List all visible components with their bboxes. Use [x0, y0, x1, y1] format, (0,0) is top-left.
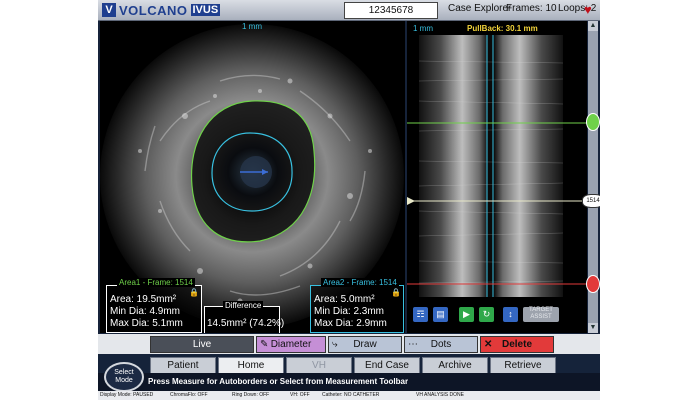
measure-button[interactable]: ↕ — [503, 307, 518, 322]
red-marker-handle[interactable] — [586, 275, 600, 293]
ivus-application: V VOLCANO IVUS 12345678 Case Explorer Fr… — [98, 0, 600, 400]
case-explorer-button[interactable]: Case Explorer — [448, 3, 511, 14]
difference-title: Difference — [223, 301, 264, 310]
pullback-label: PullBack: 30.1 mm — [467, 24, 538, 33]
area2-max-dia: Max Dia: 2.9mm — [314, 318, 387, 329]
target-assist-button[interactable]: TARGET ASSIST — [523, 307, 559, 322]
volcano-logo: V VOLCANO IVUS — [102, 2, 221, 18]
tab-retrieve[interactable]: Retrieve — [490, 357, 556, 374]
longitudinal-band — [419, 35, 563, 297]
save-icon: ▤ — [436, 309, 445, 319]
refresh-icon: ↻ — [482, 309, 491, 319]
area1-area: Area: 19.5mm² — [110, 294, 177, 305]
vh-status: VH: OFF — [290, 392, 310, 398]
dots-icon: ⋯ — [408, 339, 418, 350]
status-message: Press Measure for Autoborders or Select … — [148, 377, 409, 386]
draw-button[interactable]: ⤷ Draw — [328, 336, 402, 353]
book-icon: ☶ — [416, 309, 425, 319]
pullback-scrollbar[interactable]: ▲ ▼ 1514 — [582, 21, 600, 333]
diameter-button[interactable]: ✎ Diameter — [256, 336, 326, 353]
bookmark-button[interactable]: ☶ — [413, 307, 428, 322]
play-button[interactable]: ▶ — [459, 307, 474, 322]
tab-archive[interactable]: Archive — [422, 357, 488, 374]
tab-vh[interactable]: VH — [286, 357, 352, 374]
select-mode-label: Select Mode — [114, 369, 134, 384]
ruler-icon: ↕ — [508, 309, 513, 319]
select-mode-button[interactable]: Select Mode — [104, 362, 144, 392]
logo-text: VOLCANO — [119, 2, 188, 18]
area2-panel: Area2 - Frame: 1514 🔒 Area: 5.0mm² Min D… — [310, 278, 404, 333]
difference-panel: Difference 14.5mm² (74.2%) — [204, 301, 284, 333]
patient-id-field[interactable]: 12345678 — [344, 2, 438, 19]
ring-down-status: Ring Down: OFF — [232, 392, 270, 398]
ivus-cross-section-view[interactable]: 1 mm Area1 - Frame: 1514 🔒 Area: 19.5mm²… — [100, 21, 405, 333]
draw-icon: ⤷ — [332, 339, 338, 350]
catheter-status: Catheter: NO CATHETER — [322, 392, 380, 398]
heart-icon[interactable]: ♥ — [584, 2, 592, 17]
area1-max-dia: Max Dia: 5.1mm — [110, 318, 183, 329]
logo-badge: IVUS — [190, 4, 221, 16]
display-mode-status: Display Mode: PAUSED — [100, 392, 154, 398]
lview-scale-label: 1 mm — [413, 24, 433, 33]
vh-analysis-status: VH ANALYSIS DONE — [416, 392, 464, 398]
area1-panel: Area1 - Frame: 1514 🔒 Area: 19.5mm² Min … — [106, 278, 202, 333]
draw-label: Draw — [353, 339, 377, 350]
area2-min-dia: Min Dia: 2.3mm — [314, 306, 385, 317]
ivus-scale-label: 1 mm — [242, 22, 262, 31]
longitudinal-view[interactable]: 1 mm PullBack: 30.1 mm ☶ ▤ ▶ ↻ ↕ TARGET … — [407, 21, 587, 333]
tab-patient[interactable]: Patient — [150, 357, 216, 374]
play-icon: ▶ — [463, 309, 470, 319]
area2-area: Area: 5.0mm² — [314, 294, 375, 305]
eraser-icon: ✕ — [484, 339, 493, 350]
lock-icon[interactable]: 🔒 — [391, 288, 401, 297]
scroll-up-icon[interactable]: ▲ — [588, 21, 598, 31]
title-bar: V VOLCANO IVUS 12345678 Case Explorer Fr… — [98, 0, 600, 21]
measurement-toolbar: Live ✎ Diameter ⤷ Draw ⋯ Dots ✕ Delete — [98, 334, 600, 354]
dots-label: Dots — [430, 339, 452, 350]
delete-label: Delete — [501, 339, 532, 350]
difference-value: 14.5mm² (74.2%) — [207, 318, 285, 329]
chromaflo-status: ChromaFlo: OFF — [170, 392, 208, 398]
scroll-down-icon[interactable]: ▼ — [588, 323, 598, 333]
live-button[interactable]: Live — [150, 336, 254, 353]
frames-count: Frames: 10 — [506, 3, 557, 14]
diameter-label: Diameter — [270, 339, 312, 350]
navigation-bar: Patient Home VH End Case Archive Retriev… — [98, 355, 600, 374]
delete-button[interactable]: ✕ Delete — [480, 336, 554, 353]
loop-button[interactable]: ↻ — [479, 307, 494, 322]
lock-icon[interactable]: 🔒 — [189, 288, 199, 297]
longitudinal-image: 1 mm PullBack: 30.1 mm — [407, 21, 587, 333]
area1-min-dia: Min Dia: 4.9mm — [110, 306, 181, 317]
dots-button[interactable]: ⋯ Dots — [404, 336, 478, 353]
green-marker-handle[interactable] — [586, 113, 600, 131]
area2-title: Area2 - Frame: 1514 — [321, 278, 399, 287]
system-info-strip: Display Mode: PAUSED ChromaFlo: OFF Ring… — [98, 391, 600, 400]
volcano-logo-icon: V — [102, 3, 116, 17]
tab-home[interactable]: Home — [218, 357, 284, 374]
area1-title: Area1 - Frame: 1514 — [117, 278, 195, 287]
tab-end-case[interactable]: End Case — [354, 357, 420, 374]
pencil-icon: ✎ — [260, 339, 269, 350]
frame-marker-handle[interactable]: 1514 — [582, 194, 600, 208]
save-button[interactable]: ▤ — [433, 307, 448, 322]
